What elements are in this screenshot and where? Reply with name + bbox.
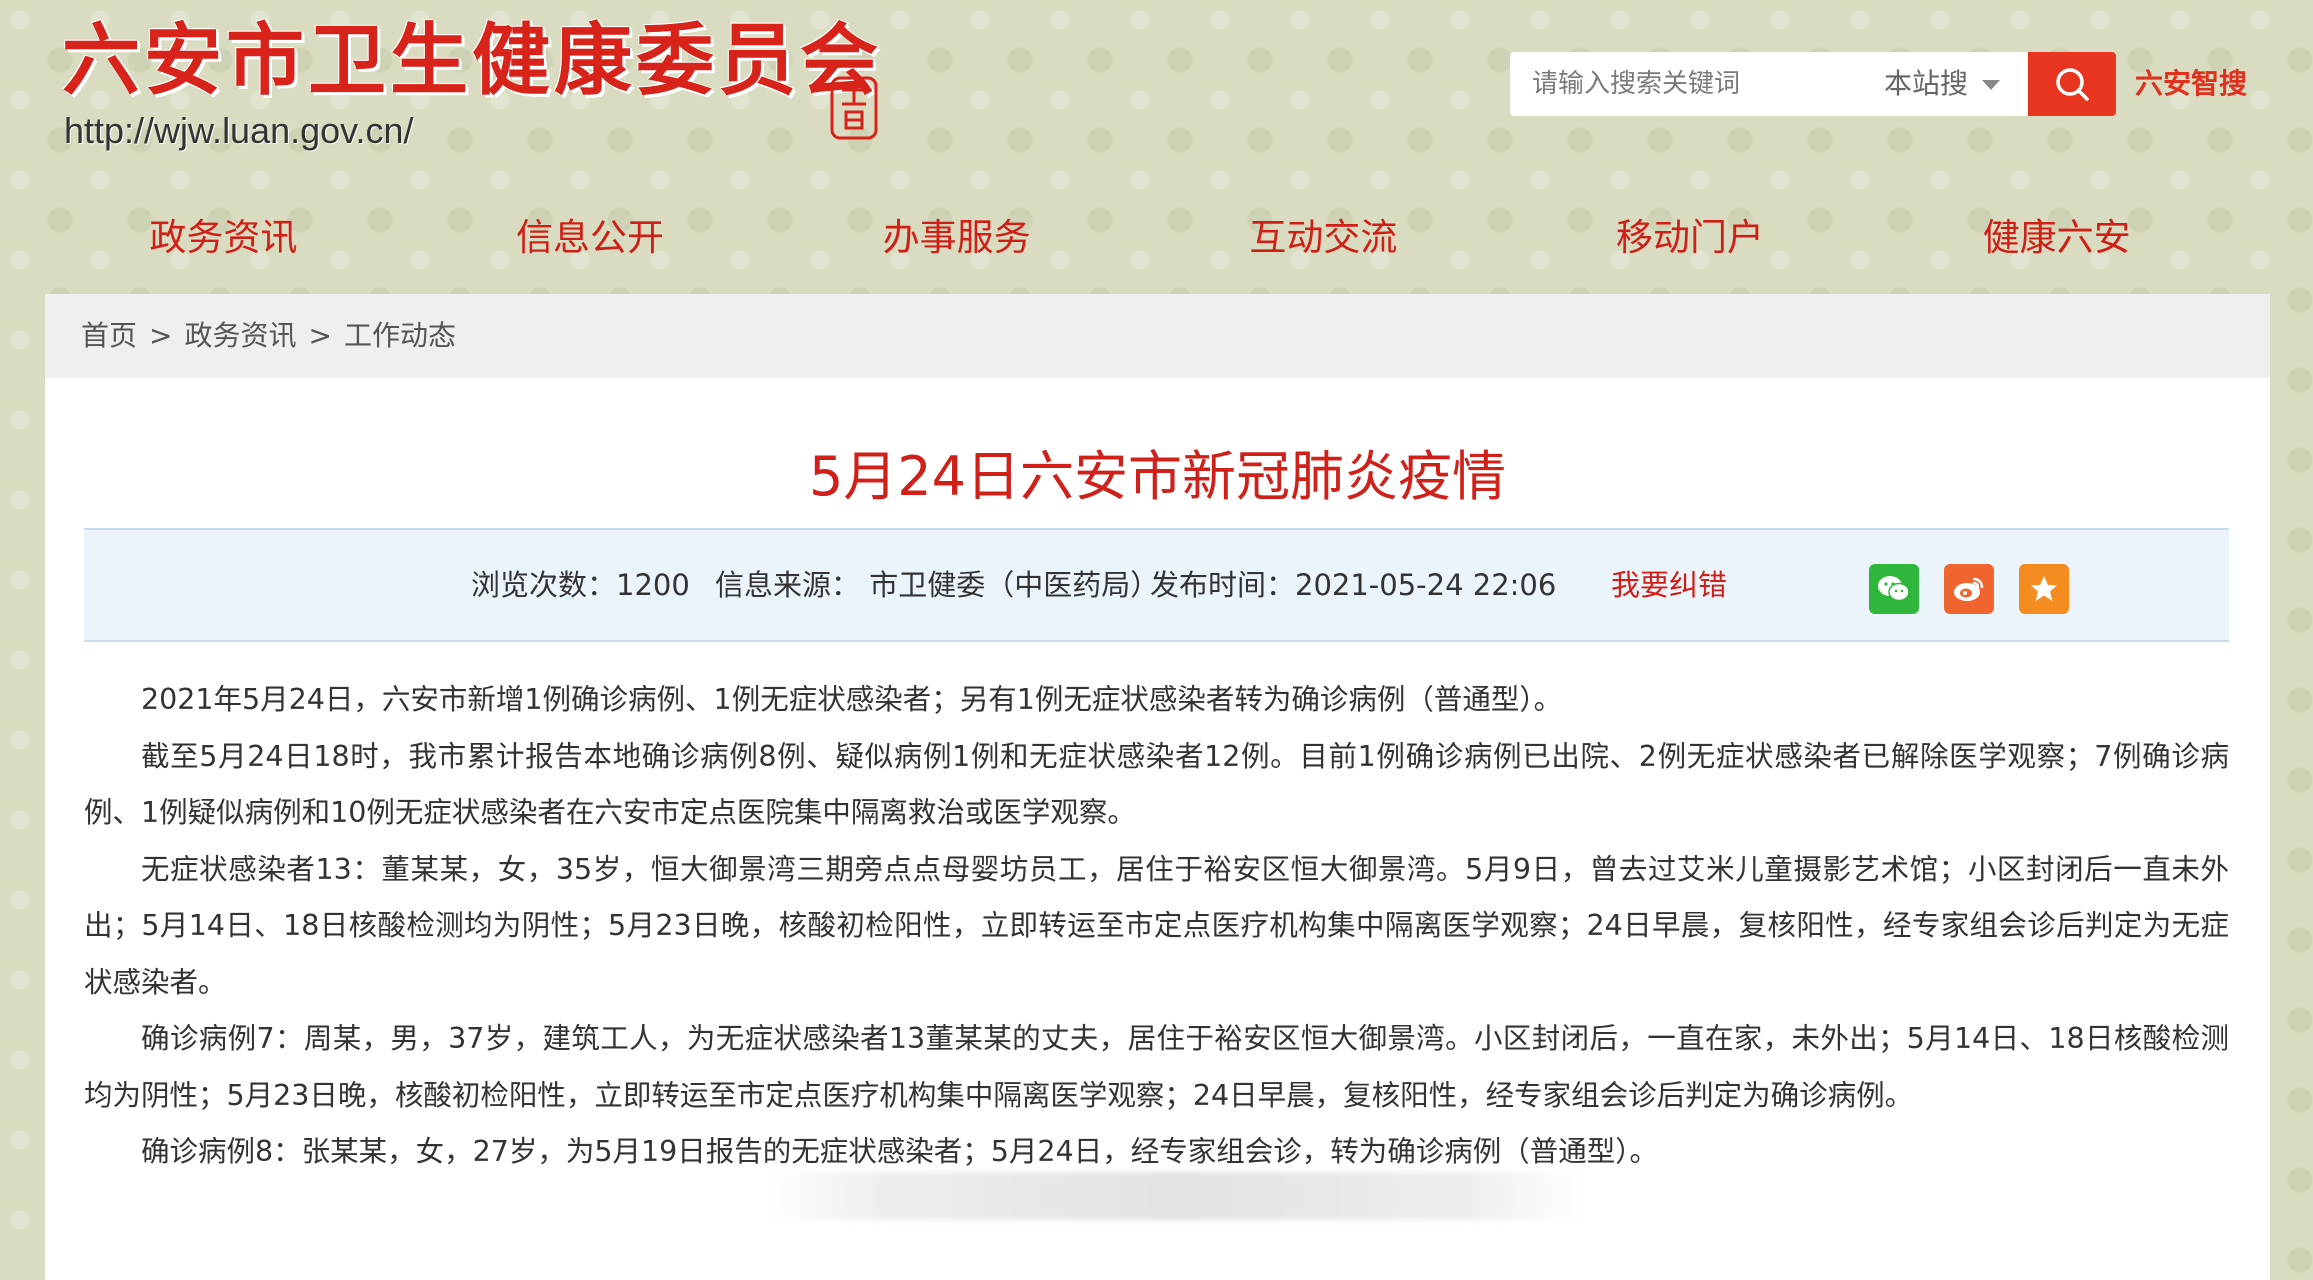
nav-item-healthy-luan[interactable]: 健康六安	[1873, 198, 2240, 278]
breadcrumb-separator: >	[308, 319, 332, 352]
search-icon	[2056, 68, 2089, 101]
breadcrumb-separator: >	[149, 319, 173, 352]
report-error-link[interactable]: 我要纠错	[1611, 530, 1727, 640]
breadcrumb-news[interactable]: 政务资讯	[184, 319, 296, 352]
star-icon	[2031, 576, 2057, 601]
search-scope-select[interactable]: 本站搜	[1884, 52, 2001, 116]
nav-item-mobile[interactable]: 移动门户	[1507, 198, 1874, 278]
site-title: 六安市卫生健康委员会	[62, 15, 883, 106]
nav-item-services[interactable]: 办事服务	[773, 198, 1140, 278]
article-container: 5月24日六安市新冠肺炎疫情 浏览次数：1200 信息来源： 市卫健委（中医药局…	[45, 378, 2270, 1280]
site-url: http://wjw.luan.gov.cn/	[64, 110, 414, 151]
smart-search-link[interactable]: 六安智搜	[2135, 62, 2247, 102]
article-title: 5月24日六安市新冠肺炎疫情	[808, 445, 1507, 508]
breadcrumb: 首页 > 政务资讯 > 工作动态	[45, 294, 2270, 378]
share-weibo-button[interactable]	[1944, 564, 1994, 614]
favorite-button[interactable]	[2019, 564, 2069, 614]
blur-overlay	[765, 1172, 1585, 1220]
publish-time: 发布时间：2021-05-24 22:06	[1150, 568, 1557, 602]
article-paragraph: 2021年5月24日，六安市新增1例确诊病例、1例无症状感染者；另有1例无症状感…	[141, 683, 1563, 716]
view-count: 浏览次数：1200	[471, 568, 690, 602]
search-scope-label: 本站搜	[1884, 67, 1969, 100]
search-box: 本站搜	[1510, 52, 2030, 116]
nav-item-news[interactable]: 政务资讯	[40, 198, 407, 278]
weibo-icon	[1954, 577, 1984, 601]
wechat-icon	[1878, 576, 1910, 602]
article-paragraph: 无症状感染者13：董某某，女，35岁，恒大御景湾三期旁点点母婴坊员工，居住于裕安…	[84, 852, 2229, 999]
nav-item-info-disclosure[interactable]: 信息公开	[407, 198, 774, 278]
search-input[interactable]	[1510, 52, 1860, 116]
article-body: 2021年5月24日，六安市新增1例确诊病例、1例无症状感染者；另有1例无症状感…	[84, 672, 2229, 1181]
breadcrumb-work-updates[interactable]: 工作动态	[344, 319, 456, 352]
breadcrumb-home[interactable]: 首页	[81, 319, 137, 352]
search-button[interactable]	[2028, 52, 2116, 116]
chevron-down-icon	[1982, 80, 2001, 90]
article-paragraph: 确诊病例7：周某，男，37岁，建筑工人，为无症状感染者13董某某的丈夫，居住于裕…	[84, 1022, 2229, 1112]
nav-item-interaction[interactable]: 互动交流	[1140, 198, 1507, 278]
article-meta-bar: 浏览次数：1200 信息来源： 市卫健委（中医药局） 发布时间：2021-05-…	[84, 528, 2229, 642]
article-paragraph: 截至5月24日18时，我市累计报告本地确诊病例8例、疑似病例1例和无症状感染者1…	[84, 739, 2229, 830]
main-nav: 政务资讯 信息公开 办事服务 互动交流 移动门户 健康六安	[40, 198, 2240, 278]
info-source: 信息来源： 市卫健委（中医药局）	[715, 568, 1160, 602]
seal-icon	[830, 76, 878, 140]
share-wechat-button[interactable]	[1869, 564, 1919, 614]
